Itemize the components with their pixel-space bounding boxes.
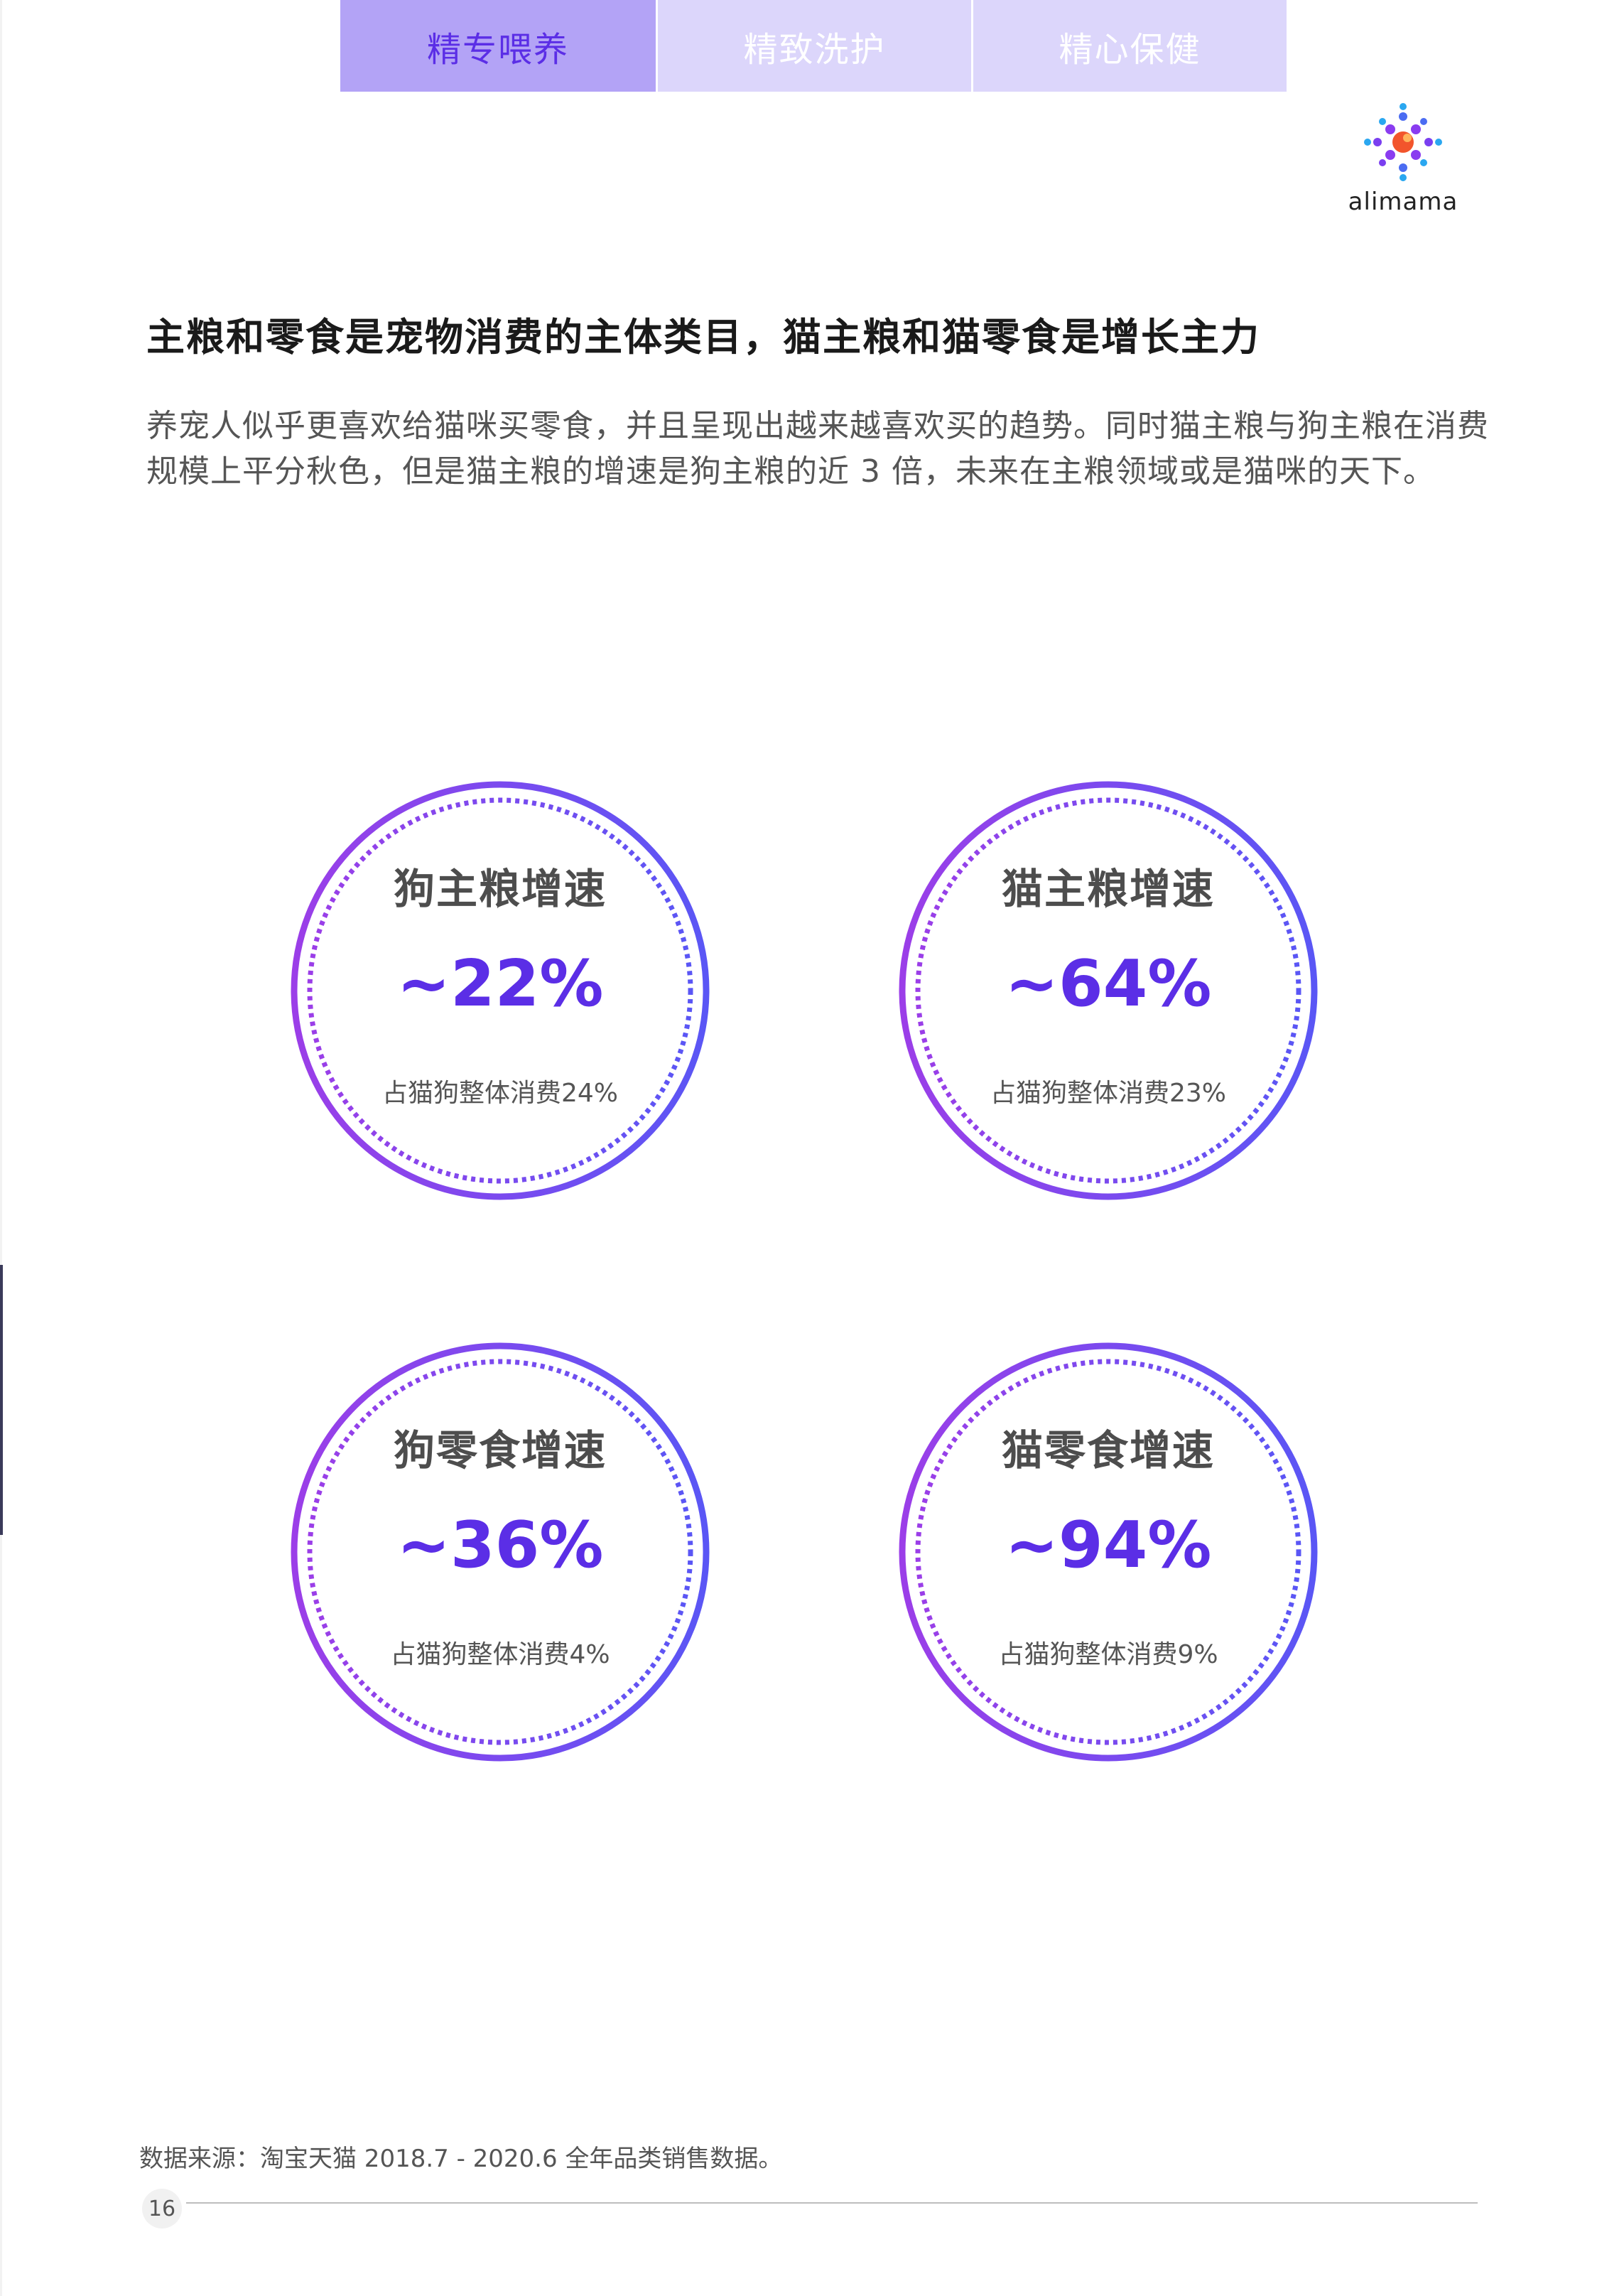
page-left-edge [0, 0, 2, 2296]
section-tabs: 精专喂养 精致洗护 精心保健 [340, 0, 1287, 92]
stat-share: 占猫狗整体消费4% [390, 1640, 610, 1669]
page-number: 16 [142, 2189, 182, 2228]
stat-label: 猫零食增速 [1001, 1426, 1215, 1475]
tab-feeding[interactable]: 精专喂养 [340, 0, 656, 92]
intro-paragraph: 养宠人似乎更喜欢给猫咪买零食，并且呈现出越来越喜欢买的趋势。同时猫主粮与狗主粮在… [146, 408, 1489, 490]
stat-label: 猫主粮增速 [1001, 865, 1215, 913]
stat-value: ~22% [396, 947, 604, 1021]
stat-card-dog-staple: 狗主粮增速 ~22% 占猫狗整体消费24% [287, 777, 713, 1204]
stat-card-cat-snack: 猫零食增速 ~94% 占猫狗整体消费9% [895, 1339, 1321, 1765]
stat-card-cat-staple: 猫主粮增速 ~64% 占猫狗整体消费23% [895, 777, 1321, 1204]
stat-card-dog-snack: 狗零食增速 ~36% 占猫狗整体消费4% [287, 1339, 713, 1765]
tab-grooming[interactable]: 精致洗护 [656, 0, 971, 92]
alimama-logo-icon [1364, 103, 1442, 181]
page-left-edge-mark [0, 1265, 3, 1535]
stat-value: ~94% [1005, 1508, 1212, 1583]
logo-wordmark: alimama [1348, 188, 1458, 216]
stat-value: ~64% [1005, 947, 1212, 1021]
stat-label: 狗主粮增速 [393, 865, 607, 913]
stat-share: 占猫狗整体消费9% [998, 1640, 1218, 1669]
stat-value: ~36% [396, 1508, 604, 1583]
stat-share: 占猫狗整体消费24% [381, 1079, 619, 1108]
alimama-logo: alimama [1339, 99, 1467, 220]
data-source-note: 数据来源：淘宝天猫 2018.7 - 2020.6 全年品类销售数据。 [139, 2145, 783, 2173]
footer-divider [186, 2202, 1478, 2204]
page-title: 主粮和零食是宠物消费的主体类目，猫主粮和猫零食是增长主力 [146, 315, 1260, 360]
stat-label: 狗零食增速 [393, 1426, 607, 1475]
stat-share: 占猫狗整体消费23% [990, 1079, 1227, 1108]
tab-healthcare[interactable]: 精心保健 [971, 0, 1287, 92]
